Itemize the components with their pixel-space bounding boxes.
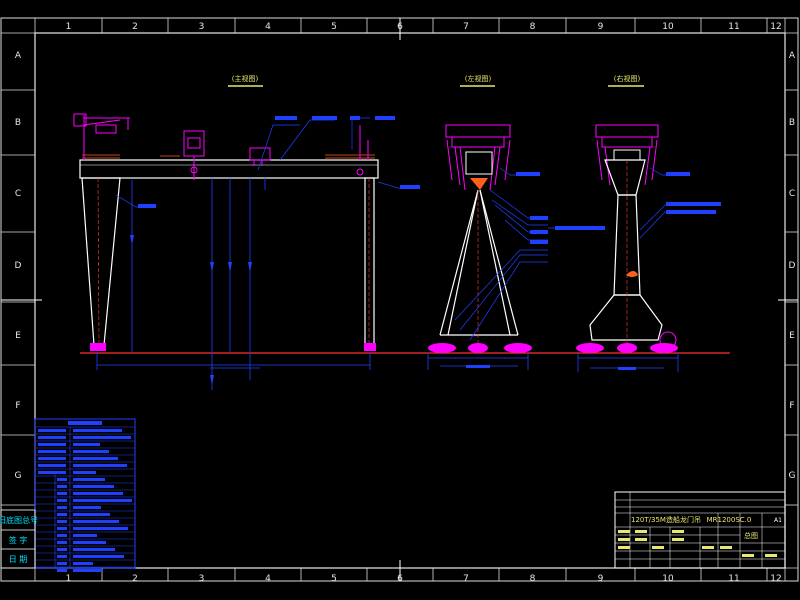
maintenance-jib-crane xyxy=(73,113,130,160)
stamp-drawing-number: 旧底图总号 xyxy=(0,515,38,525)
grid-column-ticks xyxy=(101,18,768,581)
grid-row-label: B xyxy=(15,118,21,128)
cad-drawing-canvas[interactable]: { "grid": { "columns": ["1","2","3","4",… xyxy=(0,0,800,600)
grid-column-label: 12 xyxy=(770,22,781,32)
grid-row-label: D xyxy=(15,261,22,271)
grid-column-label: 4 xyxy=(265,574,271,584)
grid-row-label: F xyxy=(789,401,794,411)
grid-row-label: F xyxy=(15,401,20,411)
grid-column-label: 9 xyxy=(598,22,604,32)
grid-column-label: 10 xyxy=(662,22,674,32)
grid-column-label: 8 xyxy=(530,22,536,32)
grid-column-label: 11 xyxy=(728,574,739,584)
grid-column-label: 3 xyxy=(199,574,205,584)
grid-row-ticks xyxy=(1,89,798,506)
sheet-size: A1 xyxy=(774,517,782,524)
title-block: 120T/35M造船龙门吊 MR1200SC.0 总图 A1 xyxy=(614,491,786,569)
grid-column-label: 2 xyxy=(132,22,138,32)
front-view xyxy=(73,113,420,390)
technical-parameter-table xyxy=(34,418,136,572)
view-label-right: (右视图) xyxy=(614,74,641,83)
front-trolley xyxy=(183,130,205,180)
grid-row-label: B xyxy=(789,118,795,128)
view-label-front: (主视图) xyxy=(232,74,259,83)
drawing-number: MR1200SC.0 xyxy=(707,516,752,524)
grid-column-label: 8 xyxy=(530,574,536,584)
grid-column-label: 3 xyxy=(199,22,205,32)
right-travel-bogie xyxy=(364,343,376,351)
grid-column-label: 9 xyxy=(598,574,604,584)
grid-column-label: 7 xyxy=(463,22,469,32)
side-view-rigid-leg xyxy=(427,124,605,370)
grid-column-label: 1 xyxy=(66,22,72,32)
grid-row-label: C xyxy=(789,189,795,199)
inner-frame xyxy=(34,32,786,569)
grid-row-label: E xyxy=(15,331,21,341)
grid-column-label: 10 xyxy=(662,574,674,584)
grid-column-labels: 112233445566778899101011111212 xyxy=(66,22,782,584)
project-name: 120T/35M造船龙门吊 xyxy=(631,515,701,524)
rigid-leg xyxy=(81,177,121,346)
grid-column-label: 11 xyxy=(728,22,739,32)
stamp-date: 日 期 xyxy=(9,555,28,564)
stamp-signature: 签 字 xyxy=(9,535,28,545)
side-view-flexible-leg xyxy=(576,124,721,372)
outer-frame xyxy=(0,17,799,582)
grid-row-label: E xyxy=(789,331,795,341)
grid-column-label: 5 xyxy=(331,574,337,584)
grid-row-label: G xyxy=(789,471,796,481)
grid-column-label: 4 xyxy=(265,22,271,32)
grid-row-label: A xyxy=(789,51,796,61)
grid-column-label: 1 xyxy=(66,574,72,584)
grid-column-label: 2 xyxy=(132,574,138,584)
left-stamp-boxes: 旧底图总号 签 字 日 期 xyxy=(0,509,38,569)
flexible-leg xyxy=(364,177,375,346)
drawing-title: 总图 xyxy=(744,531,758,540)
view-label-left: (左视图) xyxy=(465,74,492,83)
grid-row-label: G xyxy=(15,471,22,481)
gantry-crane-drawing: 112233445566778899101011111212 AABBCCDDE… xyxy=(0,17,799,584)
grid-row-label: A xyxy=(15,51,22,61)
grid-column-label: 7 xyxy=(463,574,469,584)
left-travel-bogie xyxy=(90,343,106,351)
grid-row-label: D xyxy=(789,261,796,271)
main-girder xyxy=(79,159,379,179)
grid-column-label: 5 xyxy=(331,22,337,32)
grid-column-label: 12 xyxy=(770,574,781,584)
view-labels: (主视图) (左视图) (右视图) xyxy=(228,74,644,87)
grid-row-label: C xyxy=(15,189,21,199)
